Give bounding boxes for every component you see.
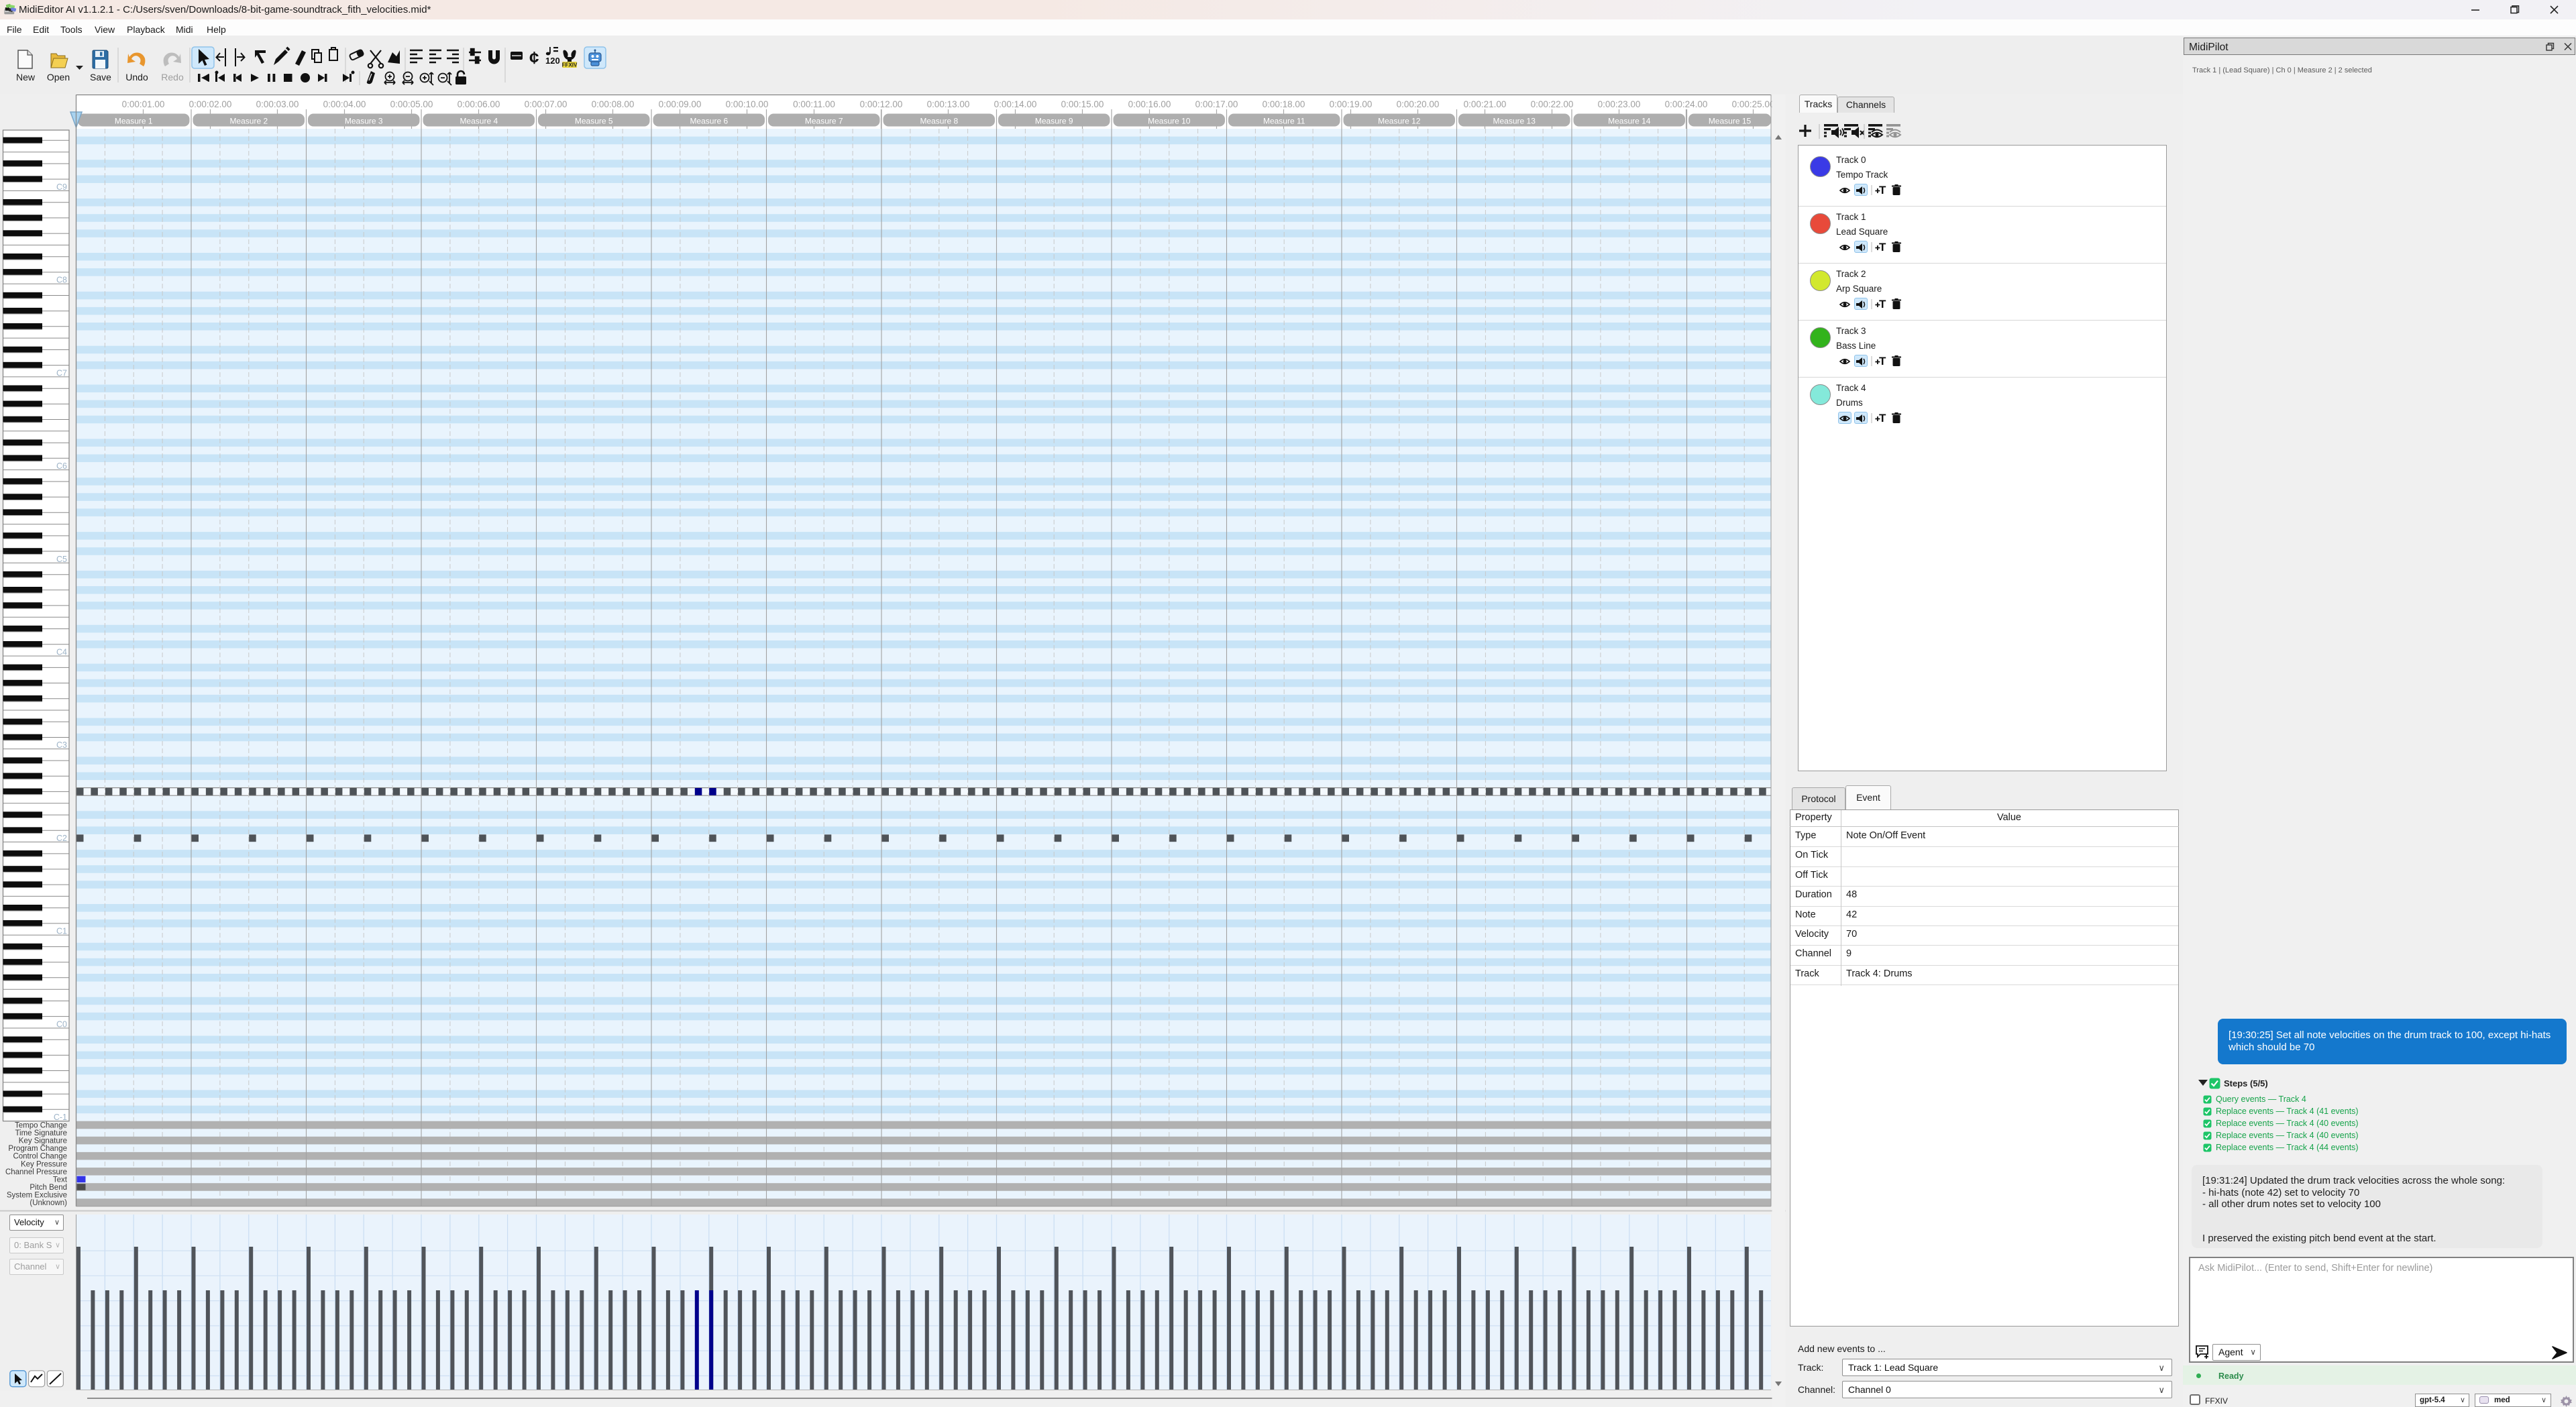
svg-text:C3: C3 [56,740,67,750]
svg-text:Control Change: Control Change [13,1153,67,1161]
svg-text:Measure 9: Measure 9 [1035,117,1073,126]
svg-text:T: T [1879,298,1886,311]
svg-text:0:00:12.00: 0:00:12.00 [860,99,903,109]
svg-text:0:00:15.00: 0:00:15.00 [1061,99,1104,109]
svg-text:Measure 15: Measure 15 [1709,117,1752,126]
svg-text:0:00:08.00: 0:00:08.00 [592,99,635,109]
svg-text:0:00:07.00: 0:00:07.00 [525,99,568,109]
svg-text:0:00:11.00: 0:00:11.00 [793,99,835,109]
svg-text:T: T [1879,412,1886,425]
svg-text:0:00:02.00: 0:00:02.00 [189,99,232,109]
svg-text:Measure 10: Measure 10 [1148,117,1191,126]
svg-text:C7: C7 [56,368,67,378]
svg-text:Measure 4: Measure 4 [460,117,498,126]
svg-text:Measure 1: Measure 1 [115,117,153,126]
svg-text:C5: C5 [56,555,67,564]
svg-text:0:00:04.00: 0:00:04.00 [323,99,366,109]
svg-text:Measure 11: Measure 11 [1263,117,1305,126]
svg-text:Text: Text [53,1176,68,1184]
svg-text:C8: C8 [56,276,67,285]
svg-text:0:00:10.00: 0:00:10.00 [726,99,769,109]
svg-text:0:00:18.00: 0:00:18.00 [1263,99,1305,109]
svg-text:C-1: C-1 [54,1113,67,1122]
svg-text:0:00:19.00: 0:00:19.00 [1330,99,1373,109]
svg-text:0:00:25.00: 0:00:25.00 [1732,99,1775,109]
svg-text:0:00:20.00: 0:00:20.00 [1397,99,1440,109]
svg-text:C1: C1 [56,927,67,936]
svg-text:0:00:17.00: 0:00:17.00 [1195,99,1238,109]
svg-text:Program Change: Program Change [8,1145,67,1153]
svg-text:0:00:21.00: 0:00:21.00 [1464,99,1507,109]
svg-text:C0: C0 [56,1019,67,1029]
svg-text:Measure 6: Measure 6 [690,117,728,126]
svg-text:0:00:22.00: 0:00:22.00 [1531,99,1574,109]
svg-text:C2: C2 [56,834,67,843]
svg-text:Measure 12: Measure 12 [1378,117,1421,126]
svg-text:T: T [1879,241,1886,254]
svg-text:Measure 5: Measure 5 [575,117,613,126]
svg-text:0:00:09.00: 0:00:09.00 [659,99,702,109]
svg-text:0:00:13.00: 0:00:13.00 [927,99,970,109]
svg-text:C6: C6 [56,461,67,471]
svg-text:Measure 8: Measure 8 [920,117,958,126]
svg-text:Measure 7: Measure 7 [805,117,843,126]
svg-text:System Exclusive: System Exclusive [7,1192,67,1200]
svg-text:Measure 14: Measure 14 [1608,117,1651,126]
svg-text:0:00:24.00: 0:00:24.00 [1665,99,1708,109]
svg-text:T: T [1879,184,1886,196]
svg-text:Channel Pressure: Channel Pressure [5,1168,67,1176]
svg-text:0:00:01.00: 0:00:01.00 [122,99,165,109]
svg-text:Key Signature: Key Signature [19,1137,67,1145]
svg-text:(Unknown): (Unknown) [30,1199,67,1207]
svg-text:C9: C9 [56,182,67,192]
svg-text:C4: C4 [56,648,67,657]
svg-text:0:00:03.00: 0:00:03.00 [256,99,299,109]
svg-text:0:00:16.00: 0:00:16.00 [1128,99,1171,109]
svg-text:Time Signature: Time Signature [15,1129,67,1137]
svg-text:Tempo Change: Tempo Change [15,1122,67,1130]
svg-text:0:00:05.00: 0:00:05.00 [390,99,433,109]
svg-text:0:00:14.00: 0:00:14.00 [994,99,1037,109]
svg-text:Measure 2: Measure 2 [229,117,268,126]
svg-text:Measure 13: Measure 13 [1493,117,1536,126]
svg-text:Key Pressure: Key Pressure [21,1160,67,1168]
svg-text:Pitch Bend: Pitch Bend [30,1184,67,1192]
svg-text:0:00:23.00: 0:00:23.00 [1598,99,1641,109]
svg-text:T: T [1879,355,1886,368]
svg-text:0:00:06.00: 0:00:06.00 [458,99,500,109]
svg-text:Measure 3: Measure 3 [345,117,383,126]
